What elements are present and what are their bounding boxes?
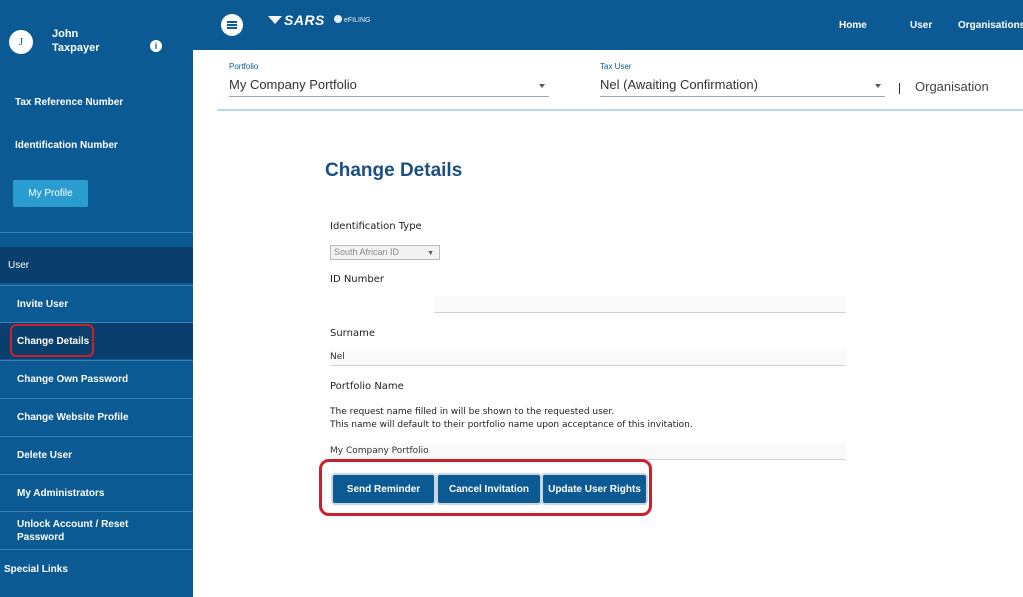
sidebar-section-label: User bbox=[8, 260, 30, 271]
user-box: J John Taxpayer i bbox=[0, 0, 193, 70]
sidebar-item-label: Delete User bbox=[17, 450, 73, 461]
sidebar-item-label: Change Website Profile bbox=[17, 412, 129, 423]
sidebar-item-change-website-profile[interactable]: Change Website Profile bbox=[0, 398, 193, 435]
user-name: John Taxpayer bbox=[52, 28, 100, 54]
portfolio-select[interactable]: My Company Portfolio bbox=[229, 77, 357, 92]
hamburger-menu-icon[interactable] bbox=[221, 14, 243, 36]
id-type-value: South African ID bbox=[334, 247, 400, 257]
sidebar-item-change-own-password[interactable]: Change Own Password bbox=[0, 360, 193, 397]
update-user-rights-button[interactable]: Update User Rights bbox=[543, 475, 646, 503]
surname-label: Surname bbox=[330, 328, 375, 339]
sidebar-section-label: Special Links bbox=[4, 564, 68, 575]
portfolio-name-label: Portfolio Name bbox=[330, 381, 404, 392]
divider bbox=[899, 83, 900, 94]
sidebar-item-label: My Administrators bbox=[17, 488, 105, 499]
chevron-down-icon[interactable] bbox=[875, 84, 881, 88]
chevron-down-icon[interactable] bbox=[539, 84, 545, 88]
avatar[interactable]: J bbox=[9, 30, 33, 54]
info-icon[interactable]: i bbox=[150, 40, 162, 52]
tax-user-label: Tax User bbox=[600, 62, 632, 71]
id-type-label: Identification Type bbox=[330, 221, 422, 232]
tax-user-select[interactable]: Nel (Awaiting Confirmation) bbox=[600, 77, 758, 92]
sidebar-item-delete-user[interactable]: Delete User bbox=[0, 436, 193, 473]
top-bar: SARS eFILING Home User Organisations bbox=[193, 0, 1023, 50]
sidebar-item-my-administrators[interactable]: My Administrators bbox=[0, 474, 193, 511]
sidebar: J John Taxpayer i Tax Reference Number I… bbox=[0, 0, 193, 597]
nav-user[interactable]: User bbox=[910, 20, 932, 31]
info-text-line2: This name will default to their portfoli… bbox=[330, 420, 693, 430]
sidebar-section-user[interactable]: User bbox=[0, 247, 193, 283]
my-profile-button[interactable]: My Profile bbox=[13, 180, 88, 207]
organisation-link[interactable]: Organisation bbox=[915, 79, 989, 94]
nav-home[interactable]: Home bbox=[839, 20, 867, 31]
portfolio-underline bbox=[229, 96, 549, 97]
redaction-box bbox=[322, 287, 434, 317]
portfolio-label: Portfolio bbox=[229, 62, 259, 71]
id-number-label: ID Number bbox=[330, 274, 384, 285]
sidebar-item-label: Change Own Password bbox=[17, 374, 129, 385]
sidebar-item-unlock-account[interactable]: Unlock Account / Reset Password bbox=[0, 511, 193, 548]
surname-input[interactable] bbox=[330, 349, 846, 366]
sidebar-section-special-links[interactable]: Special Links bbox=[0, 549, 193, 587]
sidebar-item-label: Unlock Account / Reset Password bbox=[17, 519, 129, 543]
page-title: Change Details bbox=[325, 160, 463, 181]
efiling-logo: eFILING bbox=[334, 15, 370, 24]
id-type-select[interactable]: South African ID ▼ bbox=[330, 245, 440, 260]
sidebar-item-invite-user[interactable]: Invite User bbox=[0, 285, 193, 322]
nav-organisations[interactable]: Organisations bbox=[958, 20, 1023, 31]
send-reminder-button[interactable]: Send Reminder bbox=[333, 475, 434, 503]
sars-logo: SARS bbox=[268, 12, 325, 28]
portfolio-name-input[interactable] bbox=[330, 443, 846, 460]
info-text-line1: The request name filled in will be shown… bbox=[330, 407, 615, 417]
sidebar-item-label: Invite User bbox=[17, 299, 69, 310]
chevron-down-icon: ▼ bbox=[427, 250, 434, 257]
tax-user-underline bbox=[600, 96, 885, 97]
highlight-box bbox=[10, 324, 94, 357]
tax-reference-label: Tax Reference Number bbox=[15, 97, 124, 108]
selector-bar: Portfolio My Company Portfolio Tax User … bbox=[217, 50, 1023, 111]
cancel-invitation-button[interactable]: Cancel Invitation bbox=[438, 475, 540, 503]
identification-number-label: Identification Number bbox=[15, 140, 118, 151]
sidebar-divider bbox=[0, 232, 193, 233]
